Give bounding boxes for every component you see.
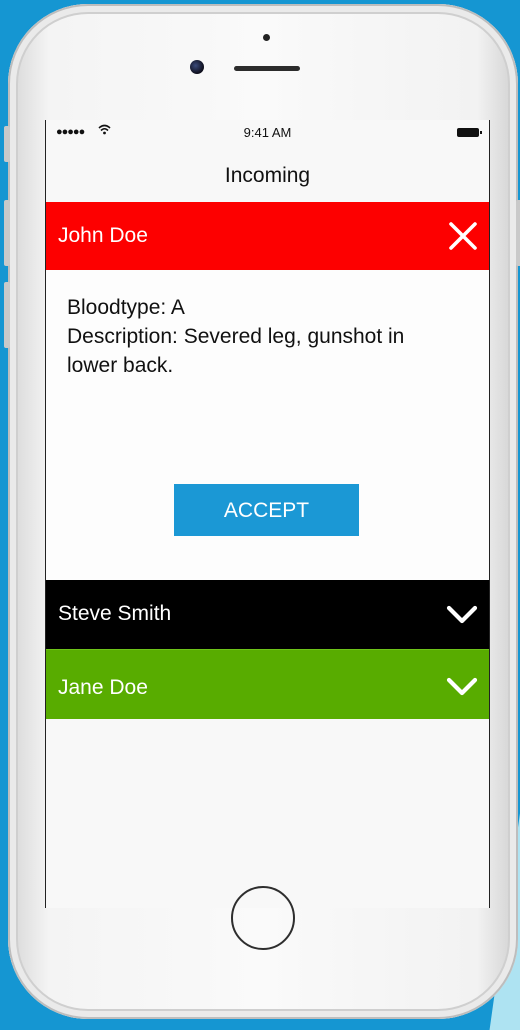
patient-row-jane-doe[interactable]: Jane Doe xyxy=(46,649,489,719)
patient-row-steve-smith[interactable]: Steve Smith xyxy=(46,580,489,649)
mute-switch xyxy=(4,126,10,162)
home-button[interactable] xyxy=(231,886,295,950)
speaker-grille xyxy=(234,66,300,71)
patient-name: Jane Doe xyxy=(58,676,148,699)
chevron-down-icon[interactable] xyxy=(445,602,479,632)
battery-icon xyxy=(457,128,482,137)
patient-name: John Doe xyxy=(58,224,148,247)
patient-name: Steve Smith xyxy=(58,602,172,625)
volume-down-button xyxy=(4,282,10,348)
description-text: Description: Severed leg, gunshot in low… xyxy=(67,325,405,377)
proximity-sensor xyxy=(263,34,270,41)
status-bar: ●●●●● 9:41 AM xyxy=(46,120,489,144)
camera-icon xyxy=(190,60,204,74)
volume-up-button xyxy=(4,200,10,266)
chevron-down-icon[interactable] xyxy=(445,674,479,704)
page-title: Incoming xyxy=(224,164,311,187)
bloodtype-text: Bloodtype: A xyxy=(67,296,185,319)
patient-row-john-doe[interactable]: John Doe xyxy=(46,202,489,270)
close-icon[interactable] xyxy=(447,220,479,258)
status-time: 9:41 AM xyxy=(243,125,292,140)
app-screen: ●●●●● 9:41 AM Incoming John Doe Bloodtyp… xyxy=(45,120,490,908)
power-button xyxy=(516,200,520,266)
accept-button[interactable]: ACCEPT xyxy=(174,484,359,536)
